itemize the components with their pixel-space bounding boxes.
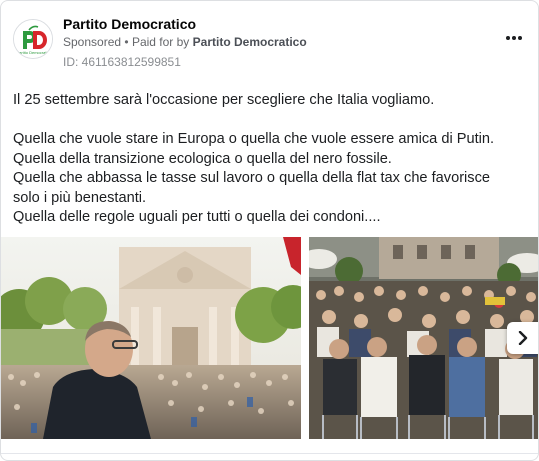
rally-speaker-image <box>1 237 301 439</box>
pd-logo-icon: Partito Democratico <box>14 20 52 58</box>
page-name-link[interactable]: Partito Democratico <box>63 16 196 32</box>
more-options-button[interactable] <box>502 29 526 47</box>
page-avatar[interactable]: Partito Democratico <box>13 19 53 59</box>
carousel-next-button[interactable] <box>507 322 538 354</box>
post-body-text: Il 25 settembre sarà l'occasione per sce… <box>13 92 495 225</box>
paid-for-prefix: Paid for by <box>131 35 190 49</box>
sponsored-label: Sponsored <box>63 35 122 49</box>
post-header: Partito Democratico Partito Democratico … <box>13 13 526 73</box>
audience-image <box>309 237 538 439</box>
separator-dot: • <box>124 35 129 49</box>
carousel-photo-rally-speaker[interactable] <box>1 237 301 439</box>
svg-text:Partito Democratico: Partito Democratico <box>16 50 52 55</box>
more-options-icon-dot <box>518 36 522 40</box>
more-options-icon-dot <box>512 36 516 40</box>
sponsored-line: Sponsored • Paid for by Partito Democrat… <box>63 35 307 49</box>
chevron-right-icon <box>518 331 528 345</box>
paid-for-by-name: Partito Democratico <box>192 35 307 49</box>
card-divider <box>1 453 538 454</box>
ad-post-card: Partito Democratico Partito Democratico … <box>0 0 539 461</box>
media-carousel <box>1 237 538 439</box>
ad-id: ID: 461163812599851 <box>63 55 181 69</box>
more-options-icon <box>506 36 510 40</box>
carousel-photo-audience[interactable] <box>309 237 538 439</box>
